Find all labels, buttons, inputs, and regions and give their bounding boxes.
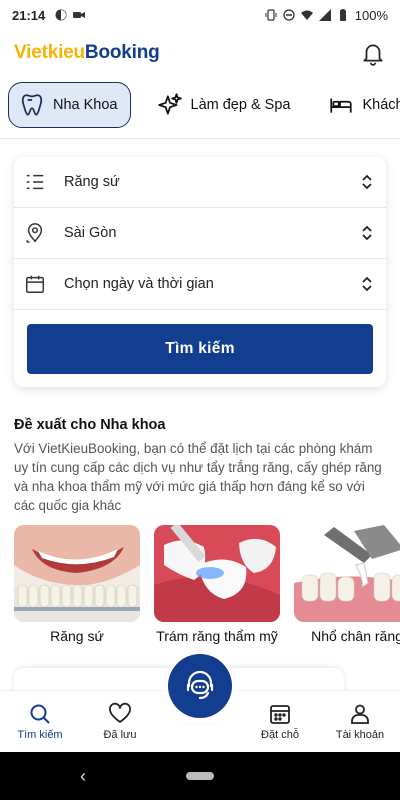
search-icon (30, 704, 50, 724)
notification-bell-icon[interactable] (360, 40, 386, 66)
app-logo: VietkieuBooking (14, 42, 160, 63)
app-header: VietkieuBooking (0, 30, 400, 76)
service-label: Nhổ chân răng (311, 628, 400, 644)
service-card-tram-rang[interactable]: Trám răng thẩm mỹ (154, 525, 280, 650)
nav-label: Tài khoản (335, 728, 385, 741)
location-value: Sài Gòn (64, 225, 117, 241)
list-icon (26, 174, 44, 190)
system-navigation-bar: ‹ (0, 752, 400, 800)
nav-label: Đã lưu (103, 728, 137, 741)
service-select[interactable]: Răng sứ (14, 157, 386, 208)
service-value: Răng sứ (64, 174, 120, 190)
suggestion-title: Đề xuất cho Nha khoa (14, 417, 166, 433)
suggestion-section: Đề xuất cho Nha khoa Với VietKieuBooking… (14, 417, 386, 515)
service-card-nho-chan-rang[interactable]: Nhổ chân răng (294, 525, 400, 650)
user-icon (351, 704, 369, 724)
status-bar: 21:14 100% (0, 0, 400, 30)
tooth-icon (21, 94, 43, 116)
nav-saved[interactable]: Đã lưu (80, 690, 160, 752)
video-icon (73, 12, 86, 18)
wifi-icon (300, 10, 313, 20)
sparkle-icon (157, 93, 182, 115)
service-label: Răng sứ (50, 628, 104, 644)
nav-label: Tìm kiếm (17, 728, 63, 741)
back-icon[interactable]: ‹ (80, 766, 86, 787)
location-pin-icon (26, 223, 43, 243)
tab-khach-san[interactable]: Khách s (316, 82, 400, 128)
nav-label: Đặt chỗ (261, 728, 299, 741)
data-saver-icon (55, 9, 67, 21)
service-carousel: Răng sứ Trám răng thẩm mỹ Nhổ chân răng (14, 525, 400, 650)
tab-label: Làm đẹp & Spa (190, 97, 291, 113)
tab-label: Nha Khoa (53, 97, 118, 113)
suggestion-description: Với VietKieuBooking, bạn có thể đặt lịch… (14, 441, 382, 513)
signal-icon (318, 9, 331, 21)
datetime-value: Chọn ngày và thời gian (64, 276, 214, 292)
divider (0, 138, 400, 139)
search-button[interactable]: Tìm kiếm (27, 324, 373, 374)
category-tabs: Nha Khoa Làm đẹp & Spa Khách s (0, 80, 400, 130)
service-card-rang-su[interactable]: Răng sứ (14, 525, 140, 650)
service-image (14, 525, 140, 622)
tab-nha-khoa[interactable]: Nha Khoa (8, 82, 131, 128)
bed-icon (330, 98, 353, 113)
home-pill[interactable] (186, 772, 214, 780)
nav-booking[interactable]: Đặt chỗ (240, 690, 320, 752)
booking-calendar-icon (270, 704, 290, 724)
support-chat-button[interactable] (168, 654, 232, 718)
service-image (294, 525, 400, 622)
calendar-icon (26, 275, 44, 293)
tab-lam-dep-spa[interactable]: Làm đẹp & Spa (145, 82, 303, 128)
vibrate-icon (265, 9, 277, 21)
battery-icon (339, 9, 346, 21)
dnd-icon (283, 9, 295, 21)
chevron-up-down-icon (362, 225, 372, 241)
headset-chat-icon (186, 670, 214, 700)
service-image (154, 525, 280, 622)
chevron-up-down-icon (362, 174, 372, 190)
nav-account[interactable]: Tài khoản (320, 690, 400, 752)
datetime-select[interactable]: Chọn ngày và thời gian (14, 259, 386, 310)
location-select[interactable]: Sài Gòn (14, 208, 386, 259)
heart-icon (109, 702, 131, 723)
battery-percent: 100% (354, 7, 388, 23)
search-card: Răng sứ Sài Gòn Chọn ngày và thời gian T… (14, 157, 386, 387)
nav-search[interactable]: Tìm kiếm (0, 690, 80, 752)
tab-label: Khách s (362, 97, 400, 113)
status-time: 21:14 (12, 7, 46, 23)
service-label: Trám răng thẩm mỹ (156, 628, 278, 644)
chevron-up-down-icon (362, 276, 372, 292)
